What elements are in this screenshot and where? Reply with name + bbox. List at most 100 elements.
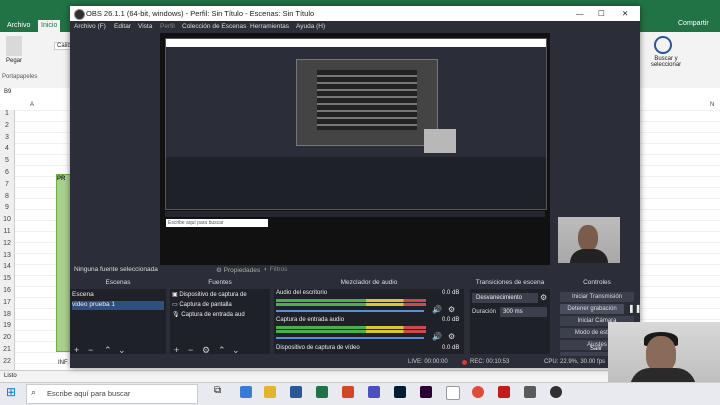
row-number[interactable]: 16: [0, 287, 14, 294]
add-scene-button[interactable]: +: [74, 345, 79, 355]
menu-herramientas[interactable]: Herramientas: [250, 21, 289, 32]
preview-face: [578, 225, 598, 251]
mixer-track-name: Captura de entrada audio: [276, 317, 345, 323]
add-source-button[interactable]: +: [174, 345, 179, 355]
menu-perfil[interactable]: Perfil: [160, 21, 175, 32]
task-view-icon[interactable]: ⧉: [214, 385, 221, 396]
obs-title: OBS 26.1.1 (64-bit, windows) - Perfil: S…: [86, 9, 315, 18]
row-number[interactable]: 10: [0, 216, 14, 223]
name-box[interactable]: B9: [4, 89, 11, 95]
row-number[interactable]: 12: [0, 240, 14, 247]
source-item[interactable]: 🎙 Captura de entrada aud: [172, 311, 268, 320]
search-icon[interactable]: [654, 36, 672, 54]
volume-slider[interactable]: [276, 310, 424, 312]
maximize-icon[interactable]: ☐: [598, 6, 605, 21]
find-select-label[interactable]: Buscar y seleccionar: [646, 56, 686, 68]
teams-icon[interactable]: [368, 386, 380, 398]
file-explorer-icon[interactable]: [264, 386, 276, 398]
remove-source-button[interactable]: −: [188, 345, 193, 355]
webcam-face: [646, 336, 676, 372]
move-up-icon[interactable]: ⌃: [218, 345, 226, 355]
minimize-icon[interactable]: —: [576, 6, 584, 21]
close-icon[interactable]: ✕: [622, 6, 628, 21]
nested-preview: [296, 59, 438, 146]
excel-icon[interactable]: [316, 386, 328, 398]
properties-button[interactable]: ⚙ Propiedades: [216, 266, 260, 274]
row-number[interactable]: 9: [0, 204, 14, 211]
column-a-header: A: [30, 102, 35, 108]
row-number[interactable]: 4: [0, 145, 14, 152]
windows-start-icon[interactable]: ⊞: [6, 385, 16, 399]
sources-panel: ▣ Dispositivo de captura de ▭ Captura de…: [170, 289, 270, 355]
move-down-icon[interactable]: ⌄: [118, 345, 126, 355]
gear-icon[interactable]: ⚙: [202, 345, 210, 355]
edge-icon[interactable]: [240, 386, 252, 398]
menu-editar[interactable]: Editar: [114, 21, 131, 32]
row-number[interactable]: 22: [0, 358, 14, 365]
word-icon[interactable]: [290, 386, 302, 398]
share-button[interactable]: Compartir: [678, 20, 709, 27]
preview-canvas[interactable]: Escribe aquí para buscar: [160, 33, 550, 265]
scene-item-selected[interactable]: video prueba 1: [72, 301, 164, 310]
speaker-icon[interactable]: 🔊: [432, 305, 442, 314]
taskbar-search[interactable]: ⌕ Escribe aquí para buscar: [26, 384, 198, 404]
start-streaming-button[interactable]: Iniciar Transmisión: [560, 292, 634, 302]
row-number[interactable]: 14: [0, 263, 14, 270]
scenes-panel: Escena video prueba 1 + − ⌃ ⌄: [70, 289, 166, 355]
menu-vista[interactable]: Vista: [138, 21, 152, 32]
premiere-icon[interactable]: [420, 386, 432, 398]
paste-icon[interactable]: [6, 36, 22, 56]
powerpoint-icon[interactable]: [342, 386, 354, 398]
app-icon[interactable]: [524, 386, 536, 398]
row-number[interactable]: 1: [0, 110, 14, 117]
row-number[interactable]: 17: [0, 299, 14, 306]
volume-slider[interactable]: [276, 337, 424, 339]
row-number[interactable]: 13: [0, 252, 14, 259]
row-number[interactable]: 21: [0, 346, 14, 353]
source-item[interactable]: ▣ Dispositivo de captura de: [172, 291, 268, 300]
photoshop-icon[interactable]: [394, 386, 406, 398]
obs-taskbar-icon[interactable]: [550, 386, 562, 398]
audio-meter: [276, 330, 426, 333]
row-number[interactable]: 11: [0, 228, 14, 235]
gear-icon[interactable]: ⚙: [448, 332, 455, 341]
acrobat-icon[interactable]: [498, 386, 510, 398]
exit-label[interactable]: Salir: [590, 346, 602, 352]
sheet-tab[interactable]: INF: [58, 360, 68, 366]
gear-icon[interactable]: ⚙: [448, 305, 455, 314]
scene-item[interactable]: Escena: [72, 291, 164, 300]
mixer-track-db: 0.0 dB: [442, 345, 460, 351]
menu-coleccion[interactable]: Colección de Escenas: [182, 21, 246, 32]
pause-icon[interactable]: ❚❚: [628, 304, 641, 313]
row-number[interactable]: 6: [0, 169, 14, 176]
column-n-header: N: [710, 102, 715, 108]
rec-dot-icon: [462, 360, 467, 365]
remove-scene-button[interactable]: −: [88, 345, 93, 355]
menu-archivo[interactable]: Archivo (F): [74, 21, 106, 32]
nested-search: Escribe aquí para buscar: [166, 219, 268, 227]
gear-icon[interactable]: ⚙: [540, 293, 547, 302]
speaker-icon[interactable]: 🔊: [432, 332, 442, 341]
row-number[interactable]: 20: [0, 334, 14, 341]
row-number[interactable]: 3: [0, 134, 14, 141]
transition-select[interactable]: Desvanecimiento: [472, 293, 538, 303]
row-number[interactable]: 2: [0, 122, 14, 129]
row-number[interactable]: 19: [0, 322, 14, 329]
move-up-icon[interactable]: ⌃: [104, 345, 112, 355]
row-number[interactable]: 15: [0, 275, 14, 282]
row-number[interactable]: 5: [0, 157, 14, 164]
move-down-icon[interactable]: ⌄: [232, 345, 240, 355]
stop-recording-button[interactable]: Detener grabación: [560, 304, 624, 314]
obs-statusbar: LIVE: 00:00:00 REC: 00:10:53 CPU: 22.9%,…: [70, 356, 640, 368]
store-icon[interactable]: [446, 386, 460, 400]
filters-button[interactable]: ◐ Filtros: [264, 266, 287, 273]
duration-input[interactable]: 300 ms: [500, 307, 547, 317]
chrome-icon[interactable]: [472, 386, 484, 398]
excel-tab-inicio[interactable]: Inicio: [38, 20, 61, 32]
menu-ayuda[interactable]: Ayuda (H): [296, 21, 325, 32]
excel-tab-archivo[interactable]: Archivo: [4, 20, 33, 32]
row-number[interactable]: 8: [0, 193, 14, 200]
row-number[interactable]: 7: [0, 181, 14, 188]
row-number[interactable]: 18: [0, 311, 14, 318]
source-item[interactable]: ▭ Captura de pantalla: [172, 301, 268, 310]
